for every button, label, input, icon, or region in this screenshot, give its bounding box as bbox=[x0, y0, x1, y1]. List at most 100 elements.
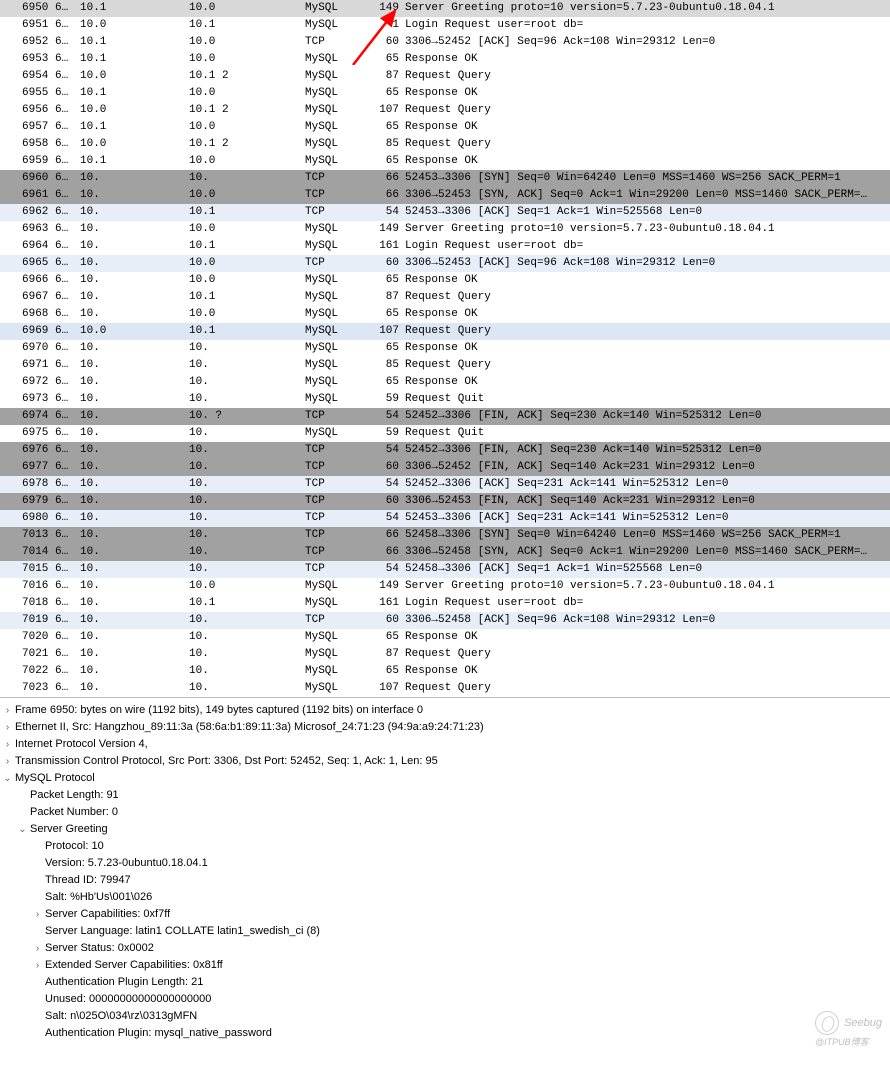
col-dest: 10.1 bbox=[189, 204, 305, 221]
tree-row[interactable]: Unused: 00000000000000000000 bbox=[0, 991, 890, 1008]
expand-icon[interactable]: › bbox=[0, 736, 15, 753]
expand-icon[interactable]: › bbox=[0, 753, 15, 770]
col-no: 6959 bbox=[0, 153, 55, 170]
packet-row[interactable]: 69596…10.110.0MySQL65Response OK bbox=[0, 153, 890, 170]
tree-row[interactable]: Salt: %Hb'Us\001\026 bbox=[0, 889, 890, 906]
packet-row[interactable]: 69586…10.010.1 2MySQL85Request Query bbox=[0, 136, 890, 153]
packet-row[interactable]: 69506…10.110.0MySQL149Server Greeting pr… bbox=[0, 0, 890, 17]
tree-row[interactable]: ›Frame 6950: bytes on wire (1192 bits), … bbox=[0, 702, 890, 719]
expand-icon[interactable]: › bbox=[0, 719, 15, 736]
packet-row[interactable]: 69716…10.10.MySQL85Request Query bbox=[0, 357, 890, 374]
tree-row[interactable]: ›Server Status: 0x0002 bbox=[0, 940, 890, 957]
packet-row[interactable]: 70136…10.10.TCP6652458→3306 [SYN] Seq=0 … bbox=[0, 527, 890, 544]
tree-row[interactable]: ›Extended Server Capabilities: 0x81ff bbox=[0, 957, 890, 974]
col-info: Request Query bbox=[403, 102, 890, 119]
packet-row[interactable]: 69766…10.10.TCP5452452→3306 [FIN, ACK] S… bbox=[0, 442, 890, 459]
packet-row[interactable]: 69696…10.010.1MySQL107Request Query bbox=[0, 323, 890, 340]
col-time: 6… bbox=[55, 51, 80, 68]
tree-row[interactable]: ⌄Server Greeting bbox=[0, 821, 890, 838]
tree-row[interactable]: Salt: n\025O\034\rz\0313gMFN bbox=[0, 1008, 890, 1025]
packet-row[interactable]: 69516…10.010.1MySQL 1Login Request user=… bbox=[0, 17, 890, 34]
packet-row[interactable]: 69746…10.10. ?TCP5452452→3306 [FIN, ACK]… bbox=[0, 408, 890, 425]
packet-row[interactable]: 70206…10.10.MySQL65Response OK bbox=[0, 629, 890, 646]
packet-row[interactable]: 69626…10.10.1TCP5452453→3306 [ACK] Seq=1… bbox=[0, 204, 890, 221]
col-length: 161 bbox=[363, 238, 403, 255]
col-no: 7019 bbox=[0, 612, 55, 629]
col-dest: 10.1 bbox=[189, 323, 305, 340]
expand-icon[interactable]: › bbox=[30, 957, 45, 974]
col-length: 59 bbox=[363, 391, 403, 408]
tree-row[interactable]: ›Ethernet II, Src: Hangzhou_89:11:3a (58… bbox=[0, 719, 890, 736]
packet-row[interactable]: 69526…10.110.0TCP603306→52452 [ACK] Seq=… bbox=[0, 34, 890, 51]
packet-row[interactable]: 70166…10.10.0MySQL149Server Greeting pro… bbox=[0, 578, 890, 595]
watermark-brand: Seebug bbox=[844, 1017, 882, 1029]
expand-icon[interactable]: › bbox=[0, 702, 15, 719]
tree-row[interactable]: Version: 5.7.23-0ubuntu0.18.04.1 bbox=[0, 855, 890, 872]
col-length: 65 bbox=[363, 374, 403, 391]
packet-row[interactable]: 70186…10.10.1MySQL161Login Request user=… bbox=[0, 595, 890, 612]
packet-row[interactable]: 69536…10.110.0MySQL65Response OK bbox=[0, 51, 890, 68]
packet-row[interactable]: 69546…10.010.1 2MySQL87Request Query bbox=[0, 68, 890, 85]
packet-details-pane[interactable]: ›Frame 6950: bytes on wire (1192 bits), … bbox=[0, 697, 890, 1052]
packet-row[interactable]: 69756…10.10.MySQL59Request Quit bbox=[0, 425, 890, 442]
tree-row[interactable]: ›Server Capabilities: 0xf7ff bbox=[0, 906, 890, 923]
packet-row[interactable]: 70156…10.10.TCP5452458→3306 [ACK] Seq=1 … bbox=[0, 561, 890, 578]
packet-row[interactable]: 69776…10.10.TCP603306→52452 [FIN, ACK] S… bbox=[0, 459, 890, 476]
packet-row[interactable]: 69616…10.10.0TCP663306→52453 [SYN, ACK] … bbox=[0, 187, 890, 204]
col-source: 10. bbox=[80, 408, 189, 425]
col-no: 6966 bbox=[0, 272, 55, 289]
packet-row[interactable]: 69646…10.10.1MySQL161Login Request user=… bbox=[0, 238, 890, 255]
collapse-icon[interactable]: ⌄ bbox=[0, 770, 15, 787]
col-time: 6… bbox=[55, 68, 80, 85]
packet-row[interactable]: 70236…10.10.MySQL107Request Query bbox=[0, 680, 890, 697]
packet-row[interactable]: 69556…10.110.0MySQL65Response OK bbox=[0, 85, 890, 102]
packet-row[interactable]: 69736…10.10.MySQL59Request Quit bbox=[0, 391, 890, 408]
packet-row[interactable]: 70146…10.10.TCP663306→52458 [SYN, ACK] S… bbox=[0, 544, 890, 561]
col-dest: 10. bbox=[189, 374, 305, 391]
tree-row[interactable]: Packet Length: 91 bbox=[0, 787, 890, 804]
packet-row[interactable]: 69656…10.10.0TCP603306→52453 [ACK] Seq=9… bbox=[0, 255, 890, 272]
packet-row[interactable]: 69796…10.10.TCP603306→52453 [FIN, ACK] S… bbox=[0, 493, 890, 510]
tree-row[interactable]: ⌄MySQL Protocol bbox=[0, 770, 890, 787]
packet-row[interactable]: 70216…10.10.MySQL87Request Query bbox=[0, 646, 890, 663]
col-no: 6965 bbox=[0, 255, 55, 272]
col-info: 52452→3306 [FIN, ACK] Seq=230 Ack=140 Wi… bbox=[403, 408, 890, 425]
tree-row[interactable]: Server Language: latin1 COLLATE latin1_s… bbox=[0, 923, 890, 940]
col-length: 65 bbox=[363, 340, 403, 357]
frame-summary: Frame 6950: bytes on wire (1192 bits), 1… bbox=[15, 702, 423, 719]
packet-row[interactable]: 69806…10.10.TCP5452453→3306 [ACK] Seq=23… bbox=[0, 510, 890, 527]
packet-row[interactable]: 69566…10.010.1 2MySQL107Request Query bbox=[0, 102, 890, 119]
tree-row[interactable]: Thread ID: 79947 bbox=[0, 872, 890, 889]
col-source: 10. bbox=[80, 680, 189, 697]
packet-row[interactable]: 69606…10.10.TCP6652453→3306 [SYN] Seq=0 … bbox=[0, 170, 890, 187]
packet-row[interactable]: 69576…10.110.0MySQL65Response OK bbox=[0, 119, 890, 136]
watermark-sub: @ITPUB博客 bbox=[815, 1037, 869, 1047]
packet-list-pane[interactable]: 69506…10.110.0MySQL149Server Greeting pr… bbox=[0, 0, 890, 697]
expand-icon[interactable]: › bbox=[30, 906, 45, 923]
collapse-icon[interactable]: ⌄ bbox=[15, 821, 30, 838]
packet-row[interactable]: 69686…10.10.0MySQL65Response OK bbox=[0, 306, 890, 323]
col-time: 6… bbox=[55, 595, 80, 612]
packet-row[interactable]: 69666…10.10.0MySQL65Response OK bbox=[0, 272, 890, 289]
col-protocol: MySQL bbox=[305, 680, 363, 697]
tree-row[interactable]: Authentication Plugin Length: 21 bbox=[0, 974, 890, 991]
expand-icon[interactable]: › bbox=[30, 940, 45, 957]
col-time: 6… bbox=[55, 578, 80, 595]
packet-row[interactable]: 69636…10.10.0MySQL149Server Greeting pro… bbox=[0, 221, 890, 238]
tree-row[interactable]: Authentication Plugin: mysql_native_pass… bbox=[0, 1025, 890, 1042]
col-no: 7023 bbox=[0, 680, 55, 697]
packet-row[interactable]: 70226…10.10.MySQL65Response OK bbox=[0, 663, 890, 680]
packet-row[interactable]: 69786…10.10.TCP5452452→3306 [ACK] Seq=23… bbox=[0, 476, 890, 493]
packet-row[interactable]: 69676…10.10.1MySQL87Request Query bbox=[0, 289, 890, 306]
tree-row[interactable]: ›Transmission Control Protocol, Src Port… bbox=[0, 753, 890, 770]
packet-row[interactable]: 69706…10.10.MySQL65Response OK bbox=[0, 340, 890, 357]
tree-row[interactable]: ›Internet Protocol Version 4, bbox=[0, 736, 890, 753]
tree-row[interactable]: Packet Number: 0 bbox=[0, 804, 890, 821]
col-dest: 10.0 bbox=[189, 255, 305, 272]
packet-row[interactable]: 69726…10.10.MySQL65Response OK bbox=[0, 374, 890, 391]
tree-row[interactable]: Protocol: 10 bbox=[0, 838, 890, 855]
col-length: 107 bbox=[363, 102, 403, 119]
col-protocol: MySQL bbox=[305, 272, 363, 289]
packet-row[interactable]: 70196…10.10.TCP603306→52458 [ACK] Seq=96… bbox=[0, 612, 890, 629]
col-no: 6963 bbox=[0, 221, 55, 238]
